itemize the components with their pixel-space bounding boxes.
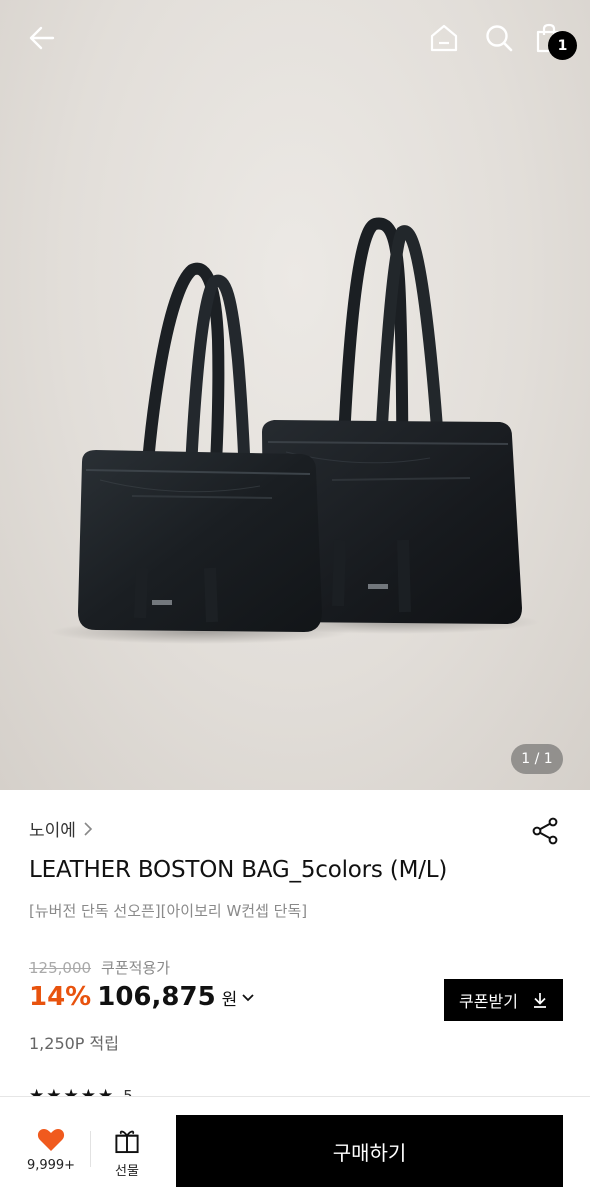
gift-label: 선물 <box>115 1164 139 1179</box>
image-page-indicator: 1 / 1 <box>511 744 563 774</box>
gift-button[interactable]: 선물 <box>104 1127 150 1179</box>
share-button[interactable] <box>528 814 562 848</box>
search-button[interactable] <box>477 16 521 60</box>
search-icon <box>486 25 513 52</box>
back-button[interactable] <box>20 16 64 60</box>
brand-link[interactable]: 노이에 <box>29 816 94 841</box>
price-detail-toggle[interactable]: 원 <box>222 985 256 1010</box>
get-coupon-label: 쿠폰받기 <box>459 992 518 1011</box>
original-price-row: 125,000 쿠폰적용가 <box>29 957 170 978</box>
home-icon <box>430 24 458 52</box>
product-image[interactable]: 1 1 / 1 <box>0 0 590 790</box>
gift-icon <box>115 1130 139 1154</box>
leather-bags-photo <box>50 217 540 644</box>
reward-points: 1,250P 적립 <box>29 1034 119 1053</box>
share-icon <box>532 817 558 845</box>
buy-button[interactable]: 구매하기 <box>176 1115 563 1187</box>
product-title: LEATHER BOSTON BAG_5colors (M/L) <box>29 857 448 883</box>
coupon-price-label: 쿠폰적용가 <box>101 959 171 977</box>
brand-name: 노이에 <box>29 821 76 841</box>
bottom-action-bar: 9,999+ 선물 구매하기 <box>0 1096 590 1200</box>
get-coupon-button[interactable]: 쿠폰받기 <box>444 979 563 1021</box>
product-subtitle: [뉴버전 단독 선오픈][아이보리 W컨셉 단독] <box>29 902 308 920</box>
sale-price: 106,875 <box>97 982 216 1012</box>
currency-label: 원 <box>221 990 238 1010</box>
chevron-right-icon <box>84 821 93 836</box>
original-price: 125,000 <box>29 958 92 977</box>
discount-rate: 14% <box>29 982 92 1012</box>
like-button[interactable]: 9,999+ <box>22 1127 80 1179</box>
cart-count-badge: 1 <box>548 31 577 60</box>
download-icon <box>533 993 546 1008</box>
arrow-left-icon <box>29 26 55 50</box>
sale-price-row: 14% 106,875 원 <box>29 982 255 1012</box>
top-navigation: 1 <box>0 0 590 80</box>
like-count: 9,999+ <box>26 1158 76 1173</box>
chevron-down-icon <box>242 993 254 1001</box>
heart-icon <box>37 1129 65 1151</box>
home-button[interactable] <box>422 16 466 60</box>
divider <box>90 1131 91 1167</box>
